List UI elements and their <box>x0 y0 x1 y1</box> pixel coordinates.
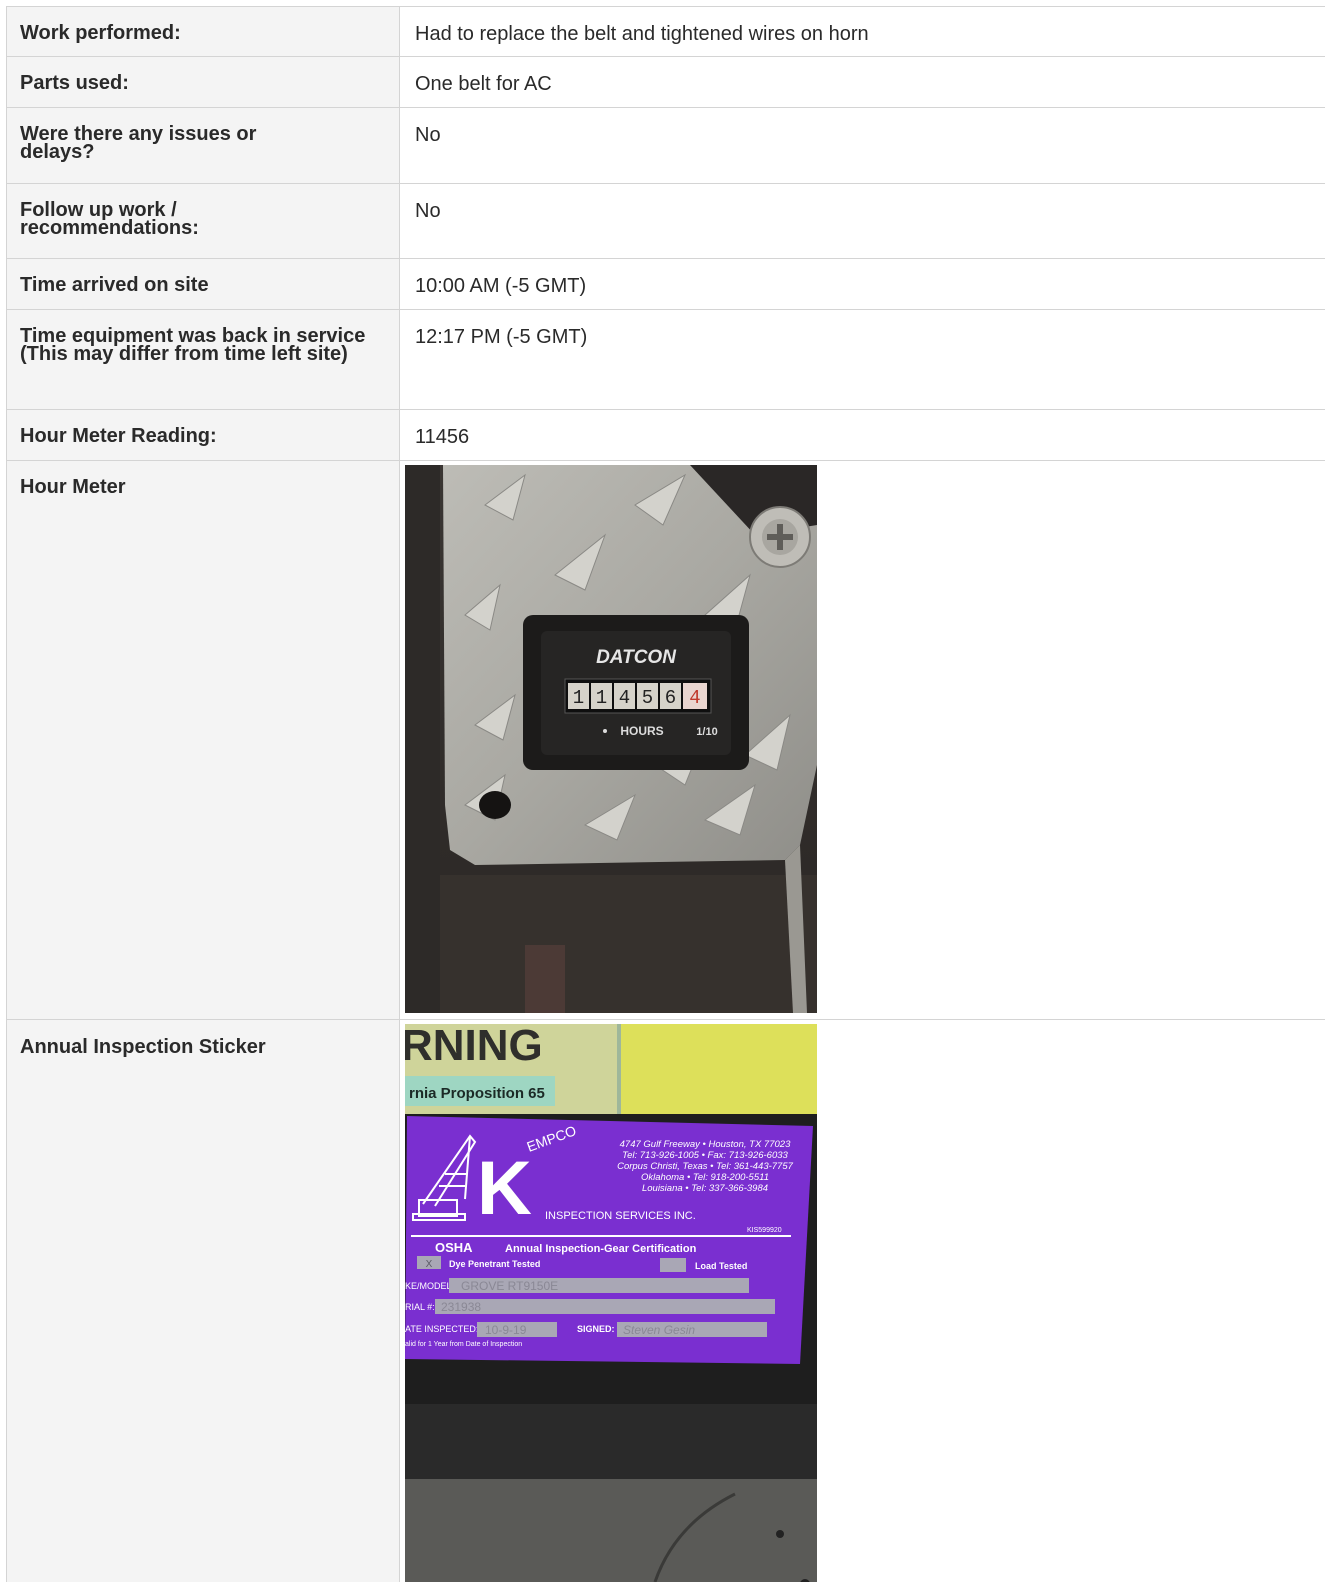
hour-meter-photo: 1 1 4 5 6 4 DATCON HOURS 1/10 <box>405 465 817 1013</box>
digit-1: 1 <box>573 687 584 709</box>
address-line-1: 4747 Gulf Freeway • Houston, TX 77023 <box>620 1139 791 1150</box>
digit-5: 6 <box>665 687 676 709</box>
valid-note: alid for 1 Year from Date of Inspection <box>405 1341 522 1348</box>
date-inspected-label: ATE INSPECTED: <box>405 1324 478 1334</box>
inspection-services: INSPECTION SERVICES INC. <box>545 1210 696 1222</box>
hour-meter-label: Hour Meter <box>6 461 400 1019</box>
row-hour-meter-reading: Hour Meter Reading: 11456 <box>6 410 1325 461</box>
dye-mark: X <box>426 1259 433 1270</box>
load-tested: Load Tested <box>695 1261 747 1271</box>
digit-2: 1 <box>596 687 607 709</box>
inspection-sticker-image: RNING rnia Proposition 65 K EMPCO 4747 G… <box>405 1024 817 1582</box>
issues-delays-label: Were there any issues or delays? <box>6 108 400 183</box>
row-parts-used: Parts used: One belt for AC <box>6 57 1325 108</box>
follow-up-label: Follow up work / recommendations: <box>6 184 400 258</box>
make-model-label: KE/MODEL: <box>405 1281 454 1291</box>
sticker-serial-code: KIS599920 <box>747 1227 782 1234</box>
hour-meter-digits: 1 1 4 5 6 4 <box>568 683 707 709</box>
row-back-in-service: Time equipment was back in service (This… <box>6 310 1325 410</box>
serial-value: 231938 <box>441 1300 481 1314</box>
datcon-brand: DATCON <box>596 647 677 668</box>
address-line-4: Oklahoma • Tel: 918-200-5511 <box>641 1172 769 1183</box>
proposition-text: rnia Proposition 65 <box>409 1085 545 1102</box>
address-line-2: Tel: 713-926-1005 • Fax: 713-926-6033 <box>622 1150 788 1161</box>
parts-used-value: One belt for AC <box>415 73 552 95</box>
hour-meter-image: 1 1 4 5 6 4 DATCON HOURS 1/10 <box>405 465 817 1013</box>
serial-label: RIAL #: <box>405 1302 435 1312</box>
certification-title: Annual Inspection-Gear Certification <box>505 1243 697 1255</box>
back-in-service-value: 12:17 PM (-5 GMT) <box>415 326 588 348</box>
time-arrived-value: 10:00 AM (-5 GMT) <box>415 275 587 297</box>
parts-used-label: Parts used: <box>6 57 400 107</box>
row-work-performed: Work performed: Had to replace the belt … <box>6 7 1325 57</box>
kempco-address: 4747 Gulf Freeway • Houston, TX 77023 Te… <box>617 1139 794 1194</box>
inspection-sticker-photo: RNING rnia Proposition 65 K EMPCO 4747 G… <box>405 1024 817 1582</box>
warning-text: RNING <box>405 1024 543 1070</box>
time-arrived-label: Time arrived on site <box>6 259 400 309</box>
kempco-k: K <box>477 1146 532 1231</box>
address-line-3: Corpus Christi, Texas • Tel: 361-443-775… <box>617 1161 794 1172</box>
row-follow-up: Follow up work / recommendations: No <box>6 184 1325 259</box>
hour-meter-reading-label: Hour Meter Reading: <box>6 410 400 460</box>
address-line-5: Louisiana • Tel: 337-366-3984 <box>642 1183 768 1194</box>
back-in-service-label: Time equipment was back in service (This… <box>6 310 400 409</box>
row-issues-delays: Were there any issues or delays? No <box>6 108 1325 184</box>
inspection-sticker-label: Annual Inspection Sticker <box>6 1020 400 1582</box>
work-performed-label: Work performed: <box>6 7 400 56</box>
osha-label: OSHA <box>435 1240 473 1255</box>
dye-tested: Dye Penetrant Tested <box>449 1259 540 1269</box>
digit-3: 4 <box>619 687 630 709</box>
hour-meter-photo-cell: 1 1 4 5 6 4 DATCON HOURS 1/10 <box>400 461 1325 1019</box>
hours-unit: HOURS <box>620 724 663 738</box>
signed-value: Steven Gesin <box>623 1323 695 1337</box>
digit-4: 5 <box>642 687 653 709</box>
date-inspected-value: 10-9-19 <box>485 1323 527 1337</box>
issues-delays-value: No <box>415 124 441 146</box>
digit-tenths: 4 <box>689 687 700 709</box>
work-performed-value: Had to replace the belt and tightened wi… <box>415 23 869 45</box>
fraction-unit: 1/10 <box>696 726 717 738</box>
make-model-value: GROVE RT9150E <box>461 1279 558 1293</box>
signed-label: SIGNED: <box>577 1324 615 1334</box>
row-time-arrived: Time arrived on site 10:00 AM (-5 GMT) <box>6 259 1325 310</box>
row-inspection-sticker: Annual Inspection Sticker RNING rnia Pro… <box>6 1020 1325 1582</box>
row-hour-meter-photo: Hour Meter 1 1 4 5 6 4 DATCON HOURS 1/10 <box>6 461 1325 1020</box>
service-report-table: Work performed: Had to replace the belt … <box>6 6 1325 1582</box>
hour-meter-reading-value: 11456 <box>415 426 470 448</box>
follow-up-value: No <box>415 200 441 222</box>
inspection-sticker-photo-cell: RNING rnia Proposition 65 K EMPCO 4747 G… <box>400 1020 1325 1582</box>
